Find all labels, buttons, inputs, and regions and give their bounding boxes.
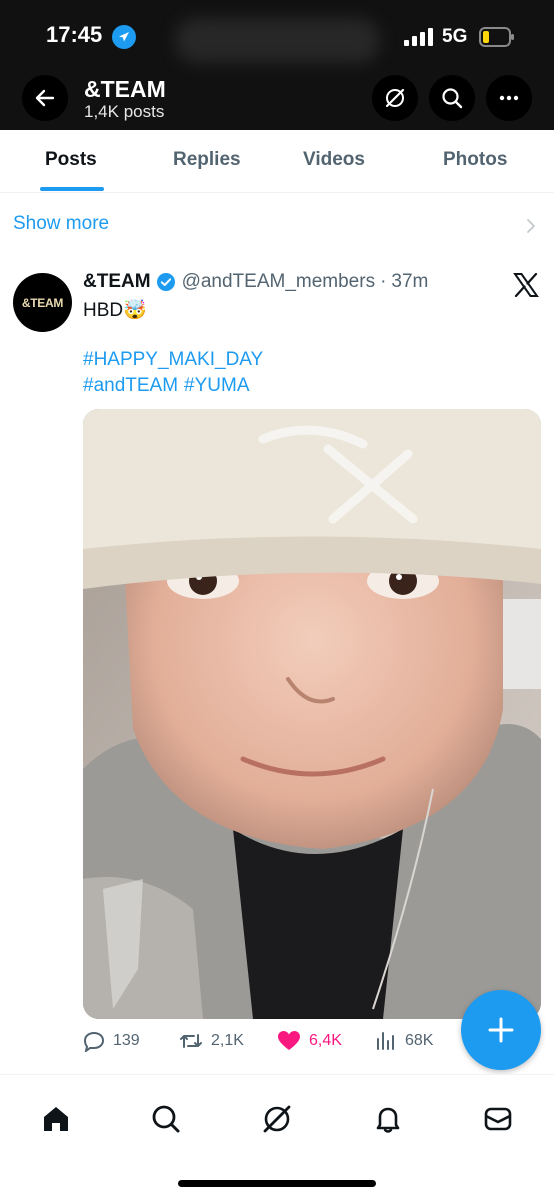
verified-badge-icon xyxy=(156,273,175,291)
separator-dot: · xyxy=(380,271,387,292)
grok-icon xyxy=(385,88,405,108)
grok-icon xyxy=(263,1105,291,1133)
search-icon xyxy=(442,88,463,109)
tweet-photo[interactable] xyxy=(83,409,541,1019)
heart-icon xyxy=(278,1031,300,1050)
arrow-left-icon xyxy=(35,89,55,107)
post-count: 1,4K posts xyxy=(84,102,165,121)
like-button[interactable]: 6,4K xyxy=(277,1030,342,1052)
profile-header: 17:45 5G &TEAM 1,4K posts xyxy=(0,0,554,130)
view-count: 68K xyxy=(405,1032,434,1049)
search-button[interactable] xyxy=(429,75,475,121)
more-options-button[interactable] xyxy=(486,75,532,121)
location-arrow-icon xyxy=(112,25,136,49)
nav-notifications[interactable] xyxy=(368,1099,408,1139)
repost-button[interactable]: 2,1K xyxy=(179,1030,244,1052)
tab-videos[interactable]: Videos xyxy=(303,149,365,171)
repost-icon xyxy=(180,1034,202,1048)
home-indicator[interactable] xyxy=(178,1180,376,1187)
chevron-right-icon[interactable] xyxy=(525,218,537,234)
avatar-logo-text: &TEAM xyxy=(21,295,64,310)
more-dots-icon xyxy=(499,95,519,101)
nav-messages[interactable] xyxy=(478,1099,518,1139)
compose-post-button[interactable] xyxy=(461,990,541,1070)
grok-button[interactable] xyxy=(372,75,418,121)
bell-icon xyxy=(376,1107,400,1133)
tweet-time[interactable]: 37m xyxy=(391,271,428,293)
back-button[interactable] xyxy=(22,75,68,121)
battery-icon xyxy=(479,27,514,47)
x-logo-icon xyxy=(513,273,539,297)
hashtag-link[interactable]: #andTEAM xyxy=(83,375,178,396)
reply-icon xyxy=(83,1031,105,1052)
profile-name: &TEAM xyxy=(84,76,166,102)
hashtag-link[interactable]: #YUMA xyxy=(184,375,249,396)
tab-replies[interactable]: Replies xyxy=(173,149,241,171)
hashtag-link[interactable]: #HAPPY_MAKI_DAY xyxy=(83,349,263,370)
selfie-photo-illustration xyxy=(83,409,541,1019)
network-type: 5G xyxy=(442,26,468,47)
search-icon xyxy=(152,1105,180,1133)
blurred-notification-area xyxy=(175,18,380,63)
active-tab-indicator xyxy=(40,187,104,191)
like-count: 6,4K xyxy=(309,1032,342,1049)
tweet-author-line: &TEAM @andTEAM_members · 37m xyxy=(83,271,428,293)
hashtags: #HAPPY_MAKI_DAY #andTEAM #YUMA xyxy=(83,347,269,399)
author-handle[interactable]: @andTEAM_members xyxy=(182,271,376,293)
repost-count: 2,1K xyxy=(211,1032,244,1049)
plus-icon xyxy=(488,1017,514,1043)
author-name[interactable]: &TEAM xyxy=(83,271,151,293)
status-time: 17:45 xyxy=(46,22,103,47)
reply-button[interactable]: 139 xyxy=(83,1030,140,1052)
tweet-text: HBD🤯 xyxy=(83,300,147,321)
envelope-icon xyxy=(484,1107,512,1131)
profile-tabs: Posts Replies Videos Photos xyxy=(0,130,554,193)
nav-grok[interactable] xyxy=(257,1099,297,1139)
nav-search[interactable] xyxy=(146,1099,186,1139)
show-more-link[interactable]: Show more xyxy=(13,213,109,235)
tab-photos[interactable]: Photos xyxy=(443,149,507,171)
reply-count: 139 xyxy=(113,1032,140,1049)
tab-posts[interactable]: Posts xyxy=(45,149,97,171)
views-button[interactable]: 68K xyxy=(375,1030,433,1052)
cellular-signal-icon xyxy=(404,28,433,46)
nav-home[interactable] xyxy=(36,1099,76,1139)
views-bar-chart-icon xyxy=(377,1032,394,1050)
avatar[interactable]: &TEAM xyxy=(13,273,72,332)
home-icon xyxy=(44,1107,68,1131)
